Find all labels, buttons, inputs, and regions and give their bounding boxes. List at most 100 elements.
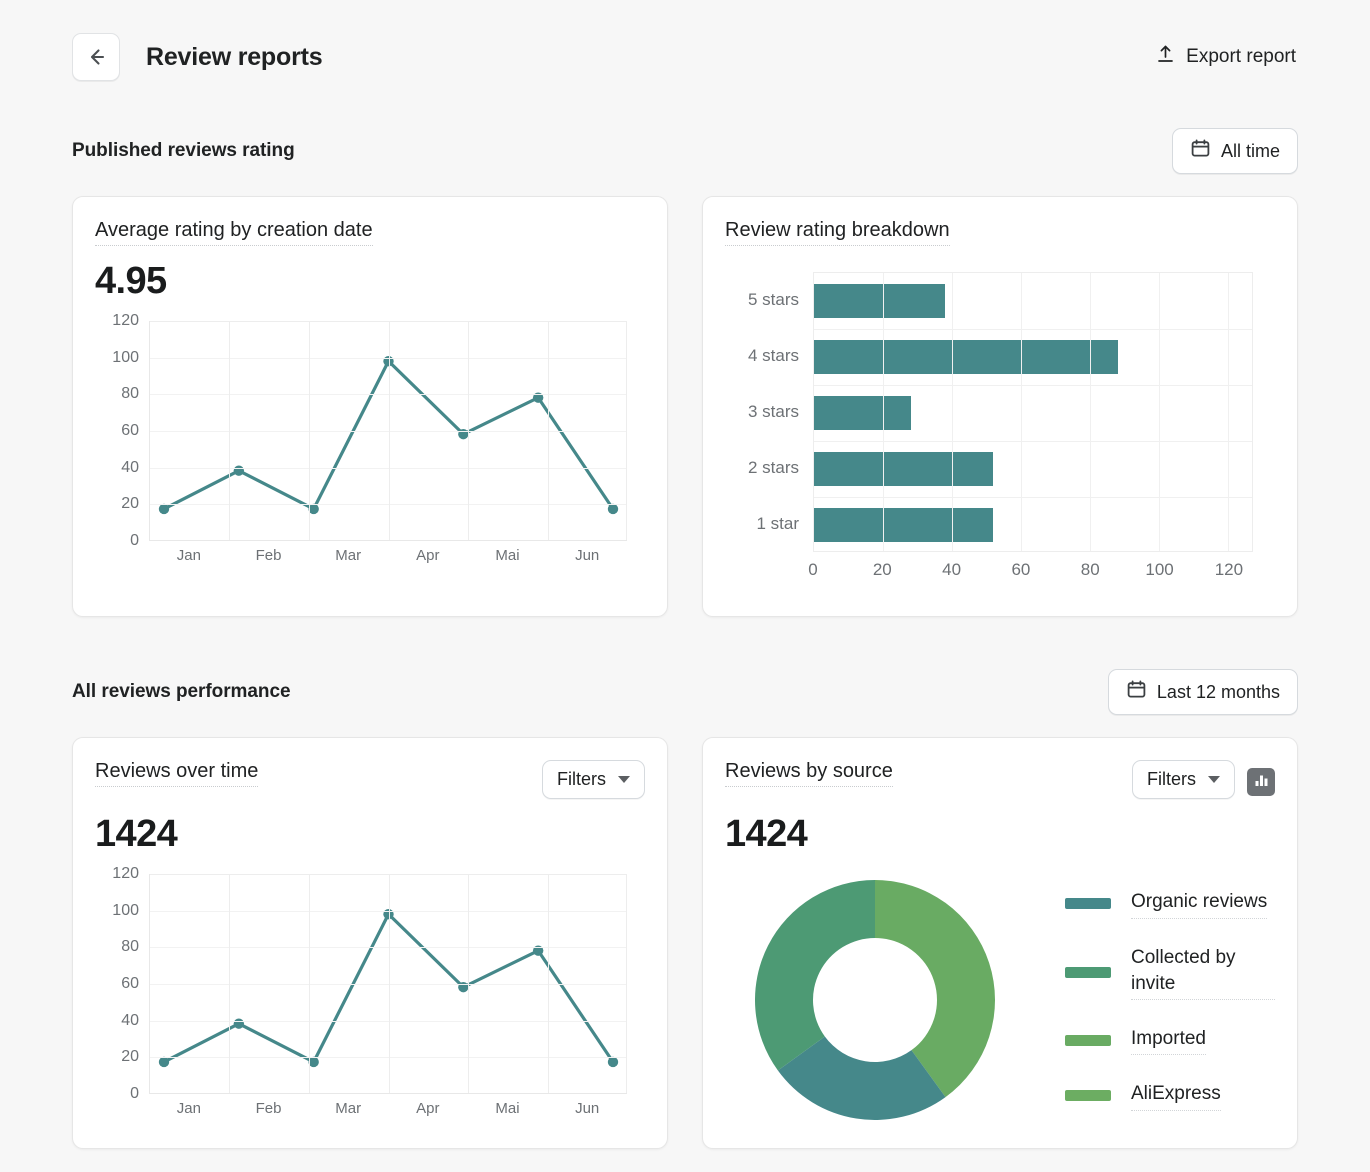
- bar-chart-icon: [1253, 772, 1270, 792]
- category-label: 5 stars: [748, 290, 799, 310]
- card-title: Average rating by creation date: [95, 219, 373, 246]
- plot-area: [149, 874, 627, 1094]
- legend-item[interactable]: AliExpress: [1065, 1081, 1275, 1110]
- grid-line: [814, 497, 1252, 498]
- x-tick-label: 100: [1145, 560, 1173, 580]
- plot-area: [149, 321, 627, 541]
- export-report-button[interactable]: Export report: [1154, 38, 1298, 76]
- y-tick-label: 40: [121, 459, 139, 477]
- donut-legend: Organic reviews Collected by invite Import…: [1025, 889, 1275, 1110]
- grid-line: [548, 874, 549, 1093]
- legend-item[interactable]: Collected by invite: [1065, 945, 1275, 1000]
- grid-line: [814, 385, 1252, 386]
- card-rating-breakdown: Review rating breakdown 5 stars 4 stars 3 …: [702, 196, 1298, 617]
- y-tick-label: 120: [112, 312, 139, 330]
- y-axis-labels: 020406080100120: [95, 874, 139, 1094]
- card-header: Reviews over time Filters: [95, 760, 645, 799]
- grid-line: [468, 874, 469, 1093]
- grid-line: [309, 874, 310, 1093]
- grid-line: [883, 273, 884, 551]
- filters-button-reviews-over-time[interactable]: Filters: [542, 760, 645, 799]
- x-tick-label: 20: [873, 560, 892, 580]
- category-labels: 5 stars4 stars3 stars2 stars1 star: [725, 272, 799, 552]
- legend-item[interactable]: Organic reviews: [1065, 889, 1275, 918]
- card-title: Review rating breakdown: [725, 219, 950, 246]
- data-point: [308, 504, 318, 514]
- upload-icon: [1156, 44, 1175, 70]
- date-range-label: All time: [1221, 141, 1280, 162]
- category-label: 4 stars: [748, 346, 799, 366]
- reviews-by-source-metric: 1424: [725, 813, 1275, 856]
- x-tick-label: 40: [942, 560, 961, 580]
- bar: [814, 284, 945, 318]
- donut-segment: [755, 880, 875, 1071]
- y-tick-label: 80: [121, 385, 139, 403]
- x-tick-label: Feb: [256, 547, 282, 564]
- grid-line: [229, 874, 230, 1093]
- bar: [814, 452, 993, 486]
- card-header: Review rating breakdown: [725, 219, 1275, 246]
- y-tick-label: 80: [121, 938, 139, 956]
- x-tick-label: Apr: [416, 1100, 439, 1117]
- y-tick-label: 0: [130, 1085, 139, 1103]
- x-tick-label: Mai: [495, 1100, 519, 1117]
- date-range-last-12-months-button[interactable]: Last 12 months: [1108, 669, 1298, 715]
- back-button[interactable]: [72, 33, 120, 81]
- category-label: 3 stars: [748, 402, 799, 422]
- legend-swatch: [1065, 967, 1111, 978]
- x-tick-label: Feb: [256, 1100, 282, 1117]
- filters-label: Filters: [1147, 769, 1196, 790]
- data-point: [608, 504, 618, 514]
- grid-line: [1090, 273, 1091, 551]
- y-tick-label: 100: [112, 902, 139, 920]
- grid-line: [548, 321, 549, 540]
- x-tick-label: Jan: [177, 1100, 201, 1117]
- grid-line: [468, 321, 469, 540]
- bar: [814, 508, 993, 542]
- card-title: Reviews by source: [725, 760, 893, 787]
- donut-segments: [755, 880, 995, 1120]
- reviews-over-time-metric: 1424: [95, 813, 645, 856]
- date-range-label: Last 12 months: [1157, 682, 1280, 703]
- average-rating-metric: 4.95: [95, 260, 645, 303]
- grid-line: [814, 329, 1252, 330]
- card-header: Average rating by creation date: [95, 219, 645, 246]
- section-title: Published reviews rating: [72, 140, 295, 162]
- y-tick-label: 120: [112, 865, 139, 883]
- published-reviews-card-row: Average rating by creation date 4.95 0 20…: [0, 196, 1370, 617]
- legend-swatch: [1065, 1035, 1111, 1046]
- review-reports-page: Review reports Export report Published r…: [0, 0, 1370, 1172]
- filters-label: Filters: [557, 769, 606, 790]
- x-axis-labels: Jan Feb Mar Apr Mai Jun: [149, 1100, 627, 1124]
- legend-item[interactable]: Imported: [1065, 1026, 1275, 1055]
- y-axis-labels: 020406080100120: [95, 321, 139, 541]
- x-tick-label: Mar: [335, 547, 361, 564]
- data-point: [608, 1057, 618, 1067]
- date-range-all-time-button[interactable]: All time: [1172, 128, 1298, 174]
- x-tick-label: Jan: [177, 547, 201, 564]
- x-tick-label: Jun: [575, 1100, 599, 1117]
- section-title: All reviews performance: [72, 681, 291, 703]
- y-tick-label: 20: [121, 495, 139, 513]
- calendar-icon: [1190, 138, 1211, 164]
- y-tick-label: 0: [130, 532, 139, 550]
- top-bar: Review reports Export report: [0, 0, 1370, 92]
- all-reviews-card-row: Reviews over time Filters 1424 020406080…: [0, 737, 1370, 1149]
- x-tick-label: Mar: [335, 1100, 361, 1117]
- grid-line: [389, 874, 390, 1093]
- bar: [814, 340, 1118, 374]
- donut: [755, 880, 995, 1120]
- x-tick-label: Mai: [495, 547, 519, 564]
- legend-label: AliExpress: [1131, 1081, 1221, 1110]
- grid-line: [952, 273, 953, 551]
- y-tick-label: 60: [121, 975, 139, 993]
- legend-label: Imported: [1131, 1026, 1206, 1055]
- section-header-published-reviews: Published reviews rating All time: [0, 128, 1370, 174]
- chart-type-toggle-button[interactable]: [1247, 768, 1275, 796]
- card-reviews-over-time: Reviews over time Filters 1424 020406080…: [72, 737, 668, 1149]
- card-header: Reviews by source Filters: [725, 760, 1275, 799]
- filters-button-reviews-by-source[interactable]: Filters: [1132, 760, 1235, 799]
- legend-label: Collected by invite: [1131, 945, 1275, 1000]
- chevron-down-icon: [1208, 776, 1220, 783]
- grid-line: [1228, 273, 1229, 551]
